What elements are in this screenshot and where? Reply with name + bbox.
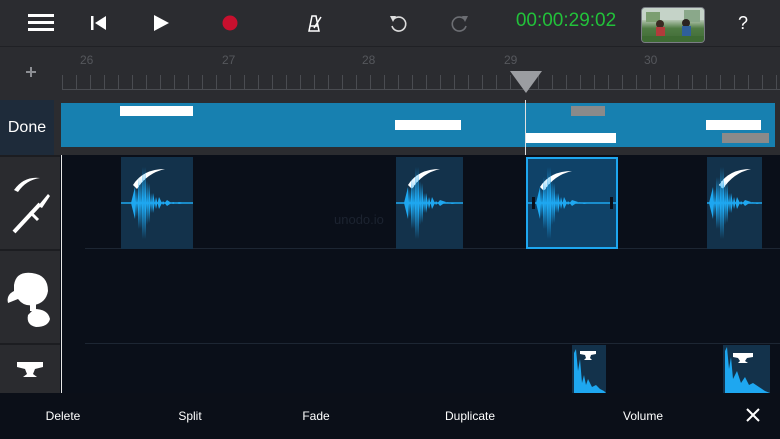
audio-clip-selected[interactable] <box>526 157 618 249</box>
track-divider <box>85 343 780 344</box>
audio-clip[interactable] <box>572 345 606 393</box>
video-thumbnail[interactable] <box>641 7 705 43</box>
track-header-sword[interactable] <box>0 157 60 249</box>
ruler-label: 30 <box>644 53 658 67</box>
watermark: unodo.io <box>334 212 384 227</box>
edit-toolbar: Delete Split Fade Duplicate Volume <box>0 393 780 439</box>
redo-button[interactable] <box>449 4 471 42</box>
playhead-line <box>525 100 526 155</box>
tracks-area: unodo.io <box>62 155 780 393</box>
help-button[interactable]: ? <box>732 4 754 42</box>
audio-clip[interactable] <box>121 157 193 249</box>
clip-trim-handle-left <box>532 197 535 209</box>
anvil-icon <box>580 351 596 360</box>
redo-icon <box>451 16 468 32</box>
close-icon <box>746 408 760 422</box>
ruler-label: 26 <box>80 53 94 67</box>
slash-icon <box>719 169 751 189</box>
play-icon <box>154 15 169 31</box>
ruler-ticks <box>62 75 780 89</box>
overview-bar[interactable] <box>61 103 775 147</box>
undo-icon <box>390 16 407 32</box>
ruler-label: 29 <box>504 53 518 67</box>
waveform <box>396 167 463 239</box>
video-preview-image <box>642 8 704 42</box>
overview-clip <box>120 106 193 116</box>
waveform <box>574 349 606 393</box>
track-header-punch[interactable] <box>0 251 60 343</box>
track-sidebar <box>0 155 60 393</box>
waveform <box>725 347 770 393</box>
add-track-button[interactable] <box>18 59 44 85</box>
volume-button[interactable]: Volume <box>617 409 669 423</box>
done-button[interactable]: Done <box>0 100 54 155</box>
skip-back-button[interactable] <box>88 4 110 42</box>
audio-clip[interactable] <box>707 157 762 249</box>
ruler-label: 28 <box>362 53 376 67</box>
ruler-baseline <box>62 89 780 90</box>
overview-clip <box>722 133 769 143</box>
audio-clip[interactable] <box>396 157 463 249</box>
play-button[interactable] <box>150 4 172 42</box>
skip-back-icon <box>91 16 106 30</box>
waveform <box>528 167 616 239</box>
undo-button[interactable] <box>387 4 409 42</box>
overview-clip <box>706 120 761 130</box>
timeline-ruler[interactable]: 26 27 28 29 30 <box>0 46 780 101</box>
top-toolbar: 00:00:29:02 ? <box>0 0 780 46</box>
fade-button[interactable]: Fade <box>296 409 336 423</box>
waveform <box>707 167 762 239</box>
menu-button[interactable] <box>26 4 56 42</box>
overview-clip <box>526 133 616 143</box>
overview-clip <box>395 120 461 130</box>
duplicate-button[interactable]: Duplicate <box>440 409 500 423</box>
track-header-anvil[interactable] <box>0 345 60 393</box>
record-button[interactable] <box>220 4 240 42</box>
close-button[interactable] <box>743 403 763 427</box>
menu-icon <box>28 14 54 31</box>
sword-icon <box>12 177 50 234</box>
split-button[interactable]: Split <box>170 409 210 423</box>
timecode-display: 00:00:29:02 <box>515 10 617 31</box>
record-icon <box>222 15 238 31</box>
metronome-icon <box>308 15 322 32</box>
overview-row: Done <box>0 100 780 155</box>
clip-trim-handle-right <box>610 197 613 209</box>
ruler-label: 27 <box>222 53 236 67</box>
playhead-handle[interactable] <box>510 71 542 93</box>
fist-icon <box>7 272 50 327</box>
plus-icon <box>26 67 36 77</box>
slash-icon <box>540 171 572 191</box>
slash-icon <box>408 169 440 189</box>
audio-clip[interactable] <box>723 345 770 393</box>
metronome-button[interactable] <box>302 4 326 42</box>
waveform <box>121 167 193 239</box>
anvil-icon <box>733 353 753 363</box>
overview-clip <box>571 106 605 116</box>
anvil-icon <box>17 362 43 377</box>
delete-button[interactable]: Delete <box>38 409 88 423</box>
